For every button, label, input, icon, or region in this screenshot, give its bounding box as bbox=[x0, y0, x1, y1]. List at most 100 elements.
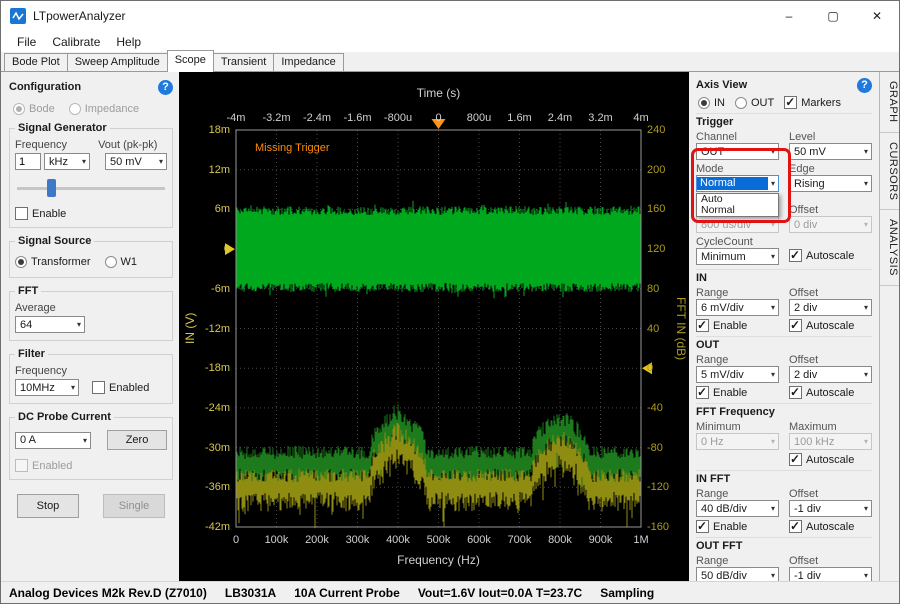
radio-icon bbox=[735, 97, 747, 109]
chevron-down-icon: ▾ bbox=[864, 571, 868, 580]
out-fft-range-select[interactable]: 50 dB/div ▾ bbox=[696, 567, 779, 581]
menu-calibrate[interactable]: Calibrate bbox=[44, 33, 108, 51]
trigger-level-select[interactable]: 50 mV ▾ bbox=[789, 143, 872, 160]
vout-value: 50 mV bbox=[110, 156, 142, 168]
in-range-value: 6 mV/div bbox=[701, 302, 744, 314]
filter-enabled-checkbox[interactable]: Enabled bbox=[92, 381, 149, 394]
in-fft-autoscale-label: Autoscale bbox=[806, 521, 854, 533]
in-offset-select[interactable]: 2 div ▾ bbox=[789, 299, 872, 316]
filter-frequency-select[interactable]: 10MHz ▾ bbox=[15, 379, 79, 396]
trigger-offset-select[interactable]: 0 div ▾ bbox=[789, 216, 872, 233]
trigger-offset-label: Offset bbox=[789, 204, 872, 216]
checkbox-icon bbox=[696, 520, 709, 533]
in-enable-label: Enable bbox=[713, 320, 747, 332]
tab-impedance[interactable]: Impedance bbox=[273, 53, 343, 71]
side-tab-analysis[interactable]: ANALYSIS bbox=[880, 210, 899, 286]
axis-view-out-radio[interactable]: OUT bbox=[735, 97, 774, 109]
markers-checkbox[interactable]: Markers bbox=[784, 96, 841, 109]
trigger-autoscale-checkbox[interactable]: Autoscale bbox=[789, 249, 854, 262]
impedance-radio[interactable]: Impedance bbox=[69, 103, 139, 115]
menu-help[interactable]: Help bbox=[108, 33, 149, 51]
tab-scope[interactable]: Scope bbox=[167, 50, 214, 72]
zero-button[interactable]: Zero bbox=[107, 430, 167, 450]
tab-bode-plot[interactable]: Bode Plot bbox=[4, 53, 68, 71]
stop-button[interactable]: Stop bbox=[17, 494, 79, 518]
close-icon: ✕ bbox=[872, 9, 882, 23]
fft-frequency-autoscale-checkbox[interactable]: Autoscale bbox=[789, 453, 872, 466]
out-fft-offset-select[interactable]: -1 div ▾ bbox=[789, 567, 872, 581]
in-fft-autoscale-checkbox[interactable]: Autoscale bbox=[789, 520, 872, 533]
fft-frequency-title: FFT Frequency bbox=[696, 406, 872, 419]
out-autoscale-checkbox[interactable]: Autoscale bbox=[789, 386, 872, 399]
frequency-input[interactable] bbox=[15, 153, 41, 170]
maximize-button[interactable]: ▢ bbox=[811, 1, 855, 31]
in-fft-range-select[interactable]: 40 dB/div ▾ bbox=[696, 500, 779, 517]
trigger-time-select[interactable]: 800 us/div ▾ bbox=[696, 216, 779, 233]
fft-minimum-select[interactable]: 0 Hz ▾ bbox=[696, 433, 779, 450]
trigger-channel-select[interactable]: OUT ▾ bbox=[696, 143, 779, 160]
dc-probe-current-select[interactable]: 0 A ▾ bbox=[15, 432, 91, 449]
frequency-unit-select[interactable]: kHz ▾ bbox=[44, 153, 90, 170]
in-fft-range-label: Range bbox=[696, 488, 779, 500]
dropdown-option-normal[interactable]: Normal bbox=[697, 205, 778, 216]
time-tick-label: -3.2m bbox=[255, 112, 299, 124]
time-axis-label: Time (s) bbox=[236, 86, 641, 100]
w1-radio[interactable]: W1 bbox=[105, 256, 138, 268]
out-offset-select[interactable]: 2 div ▾ bbox=[789, 366, 872, 383]
frequency-tick-label: 400k bbox=[376, 534, 420, 546]
in-enable-checkbox[interactable]: Enable bbox=[696, 319, 779, 332]
axis-view-in-radio[interactable]: IN bbox=[698, 97, 725, 109]
in-fft-enable-checkbox[interactable]: Enable bbox=[696, 520, 779, 533]
single-button[interactable]: Single bbox=[103, 494, 165, 518]
checkbox-icon bbox=[789, 453, 802, 466]
trigger-mode-label: Mode bbox=[696, 163, 779, 175]
fft-frequency-section: FFT Frequency Minimum 0 Hz ▾ Maximum 100… bbox=[696, 403, 872, 466]
in-fft-offset-select[interactable]: -1 div ▾ bbox=[789, 500, 872, 517]
probe-enabled-checkbox[interactable]: Enabled bbox=[15, 459, 72, 472]
scope-canvas[interactable] bbox=[236, 130, 641, 527]
out-fft-range-label: Range bbox=[696, 555, 779, 567]
frequency-tick-label: 0 bbox=[214, 534, 258, 546]
fft-minimum-label: Minimum bbox=[696, 421, 779, 433]
out-section: OUT Range 5 mV/div ▾ Offset 2 div ▾ bbox=[696, 336, 872, 399]
side-tab-graph[interactable]: GRAPH bbox=[880, 72, 899, 133]
signal-generator-group: Signal Generator Frequency Vout (pk-pk) … bbox=[9, 128, 173, 228]
close-button[interactable]: ✕ bbox=[855, 1, 899, 31]
slider-thumb[interactable] bbox=[47, 179, 56, 197]
out-offset-value: 2 div bbox=[794, 369, 817, 381]
help-icon[interactable]: ? bbox=[158, 80, 173, 95]
out-enable-checkbox[interactable]: Enable bbox=[696, 386, 779, 399]
chevron-down-icon: ▾ bbox=[83, 436, 87, 445]
in-autoscale-checkbox[interactable]: Autoscale bbox=[789, 319, 872, 332]
bode-radio[interactable]: Bode bbox=[13, 103, 55, 115]
out-range-select[interactable]: 5 mV/div ▾ bbox=[696, 366, 779, 383]
vout-select[interactable]: 50 mV ▾ bbox=[105, 153, 167, 170]
generator-enable-checkbox[interactable]: Enable bbox=[15, 207, 66, 220]
minimize-button[interactable]: – bbox=[767, 1, 811, 31]
fft-tick-label: -120 bbox=[647, 481, 689, 493]
in-range-select[interactable]: 6 mV/div ▾ bbox=[696, 299, 779, 316]
trigger-edge-select[interactable]: Rising ▾ bbox=[789, 175, 872, 192]
tab-sweep-amplitude[interactable]: Sweep Amplitude bbox=[67, 53, 168, 71]
axis-view-out-label: OUT bbox=[751, 97, 774, 109]
chevron-down-icon: ▾ bbox=[771, 147, 775, 156]
average-select[interactable]: 64 ▾ bbox=[15, 316, 85, 333]
tab-transient[interactable]: Transient bbox=[213, 53, 274, 71]
maximize-icon: ▢ bbox=[827, 9, 838, 23]
in-tick-label: -6m bbox=[182, 283, 230, 295]
trigger-mode-select[interactable]: Normal ▾ bbox=[696, 175, 779, 192]
in-title: IN bbox=[696, 272, 872, 285]
frequency-tick-label: 600k bbox=[457, 534, 501, 546]
side-tab-cursors[interactable]: CURSORS bbox=[880, 133, 899, 211]
fft-maximum-select[interactable]: 100 kHz ▾ bbox=[789, 433, 872, 450]
menu-file[interactable]: File bbox=[9, 33, 44, 51]
trigger-level-value: 50 mV bbox=[794, 146, 826, 158]
cyclecount-select[interactable]: Minimum ▾ bbox=[696, 248, 779, 265]
transformer-radio[interactable]: Transformer bbox=[15, 256, 91, 268]
amplitude-slider[interactable] bbox=[17, 177, 165, 199]
trigger-mode-dropdown: Auto Normal bbox=[696, 193, 779, 217]
help-icon[interactable]: ? bbox=[857, 78, 872, 93]
filter-frequency-value: 10MHz bbox=[20, 382, 55, 394]
frequency-tick-label: 700k bbox=[498, 534, 542, 546]
chevron-down-icon: ▾ bbox=[864, 370, 868, 379]
